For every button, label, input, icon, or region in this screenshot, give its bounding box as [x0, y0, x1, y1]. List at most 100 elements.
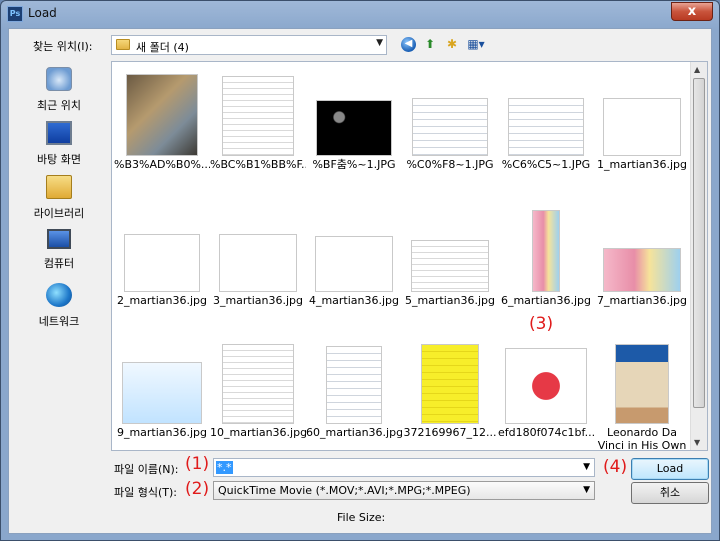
network-icon	[46, 283, 72, 307]
thumbnail	[126, 74, 198, 156]
desktop-icon	[46, 121, 72, 145]
place-desktop[interactable]: 바탕 화면	[9, 119, 109, 171]
file-item[interactable]: 2_martian36.jpg	[114, 200, 210, 326]
file-item[interactable]: 10_martian36.jpg	[210, 332, 306, 450]
file-name: %B3%AD%B0%...	[114, 158, 210, 171]
place-label: 라이브러리	[33, 207, 85, 220]
place-libraries[interactable]: 라이브러리	[9, 173, 109, 225]
title-bar[interactable]: Ps Load x	[1, 1, 719, 27]
thumbnail	[603, 248, 681, 292]
file-name: 4_martian36.jpg	[308, 294, 400, 307]
places-bar: 최근 위치 바탕 화면 라이브러리 컴퓨터 네트워크	[9, 61, 109, 341]
file-name: 60_martian36.jpg	[306, 426, 402, 439]
thumbnail	[124, 234, 200, 292]
load-dialog: Ps Load x 찾는 위치(I): 새 폴더 (4) ▼ ◀ ⬆ ✱ ▦▾ …	[0, 0, 720, 541]
views-menu-icon[interactable]: ▦▾	[463, 36, 489, 52]
file-name: %C0%F8~1.JPG	[406, 158, 494, 171]
file-size-label: File Size:	[337, 511, 386, 524]
chevron-down-icon: ▼	[583, 485, 590, 495]
annotation-3: (3)	[529, 314, 554, 334]
chevron-down-icon[interactable]: ▼	[583, 462, 590, 472]
file-item[interactable]: 60_martian36.jpg	[306, 332, 402, 450]
thumbnail	[315, 236, 393, 292]
file-item[interactable]: %B3%AD%B0%...	[114, 64, 210, 190]
place-label: 컴퓨터	[43, 257, 75, 270]
file-item[interactable]: 372169967_12...	[402, 332, 498, 450]
computer-icon	[47, 229, 71, 249]
file-name: 1_martian36.jpg	[596, 158, 688, 171]
thumbnail	[603, 98, 681, 156]
thumbnail	[122, 362, 202, 424]
place-recent[interactable]: 최근 위치	[9, 65, 109, 117]
place-network[interactable]: 네트워크	[9, 281, 109, 333]
filetype-label: 파일 형식(T):	[114, 486, 177, 499]
file-name: efd180f074c1bf...	[498, 426, 594, 439]
file-name: %BC%B1%BB%F...	[210, 158, 306, 171]
thumbnail	[412, 98, 488, 156]
file-name: 9_martian36.jpg	[116, 426, 208, 439]
scroll-thumb[interactable]	[693, 78, 705, 408]
chevron-down-icon: ▼	[376, 38, 383, 48]
file-item[interactable]: 4_martian36.jpg	[306, 200, 402, 326]
load-button[interactable]: Load	[631, 458, 709, 480]
annotation-1: (1)	[185, 454, 210, 474]
filename-value: *.*	[216, 461, 233, 474]
lookin-value: 새 폴더 (4)	[136, 41, 189, 54]
file-item[interactable]: %C6%C5~1.JPG	[498, 64, 594, 190]
file-item[interactable]: efd180f074c1bf...	[498, 332, 594, 450]
filetype-value: QuickTime Movie (*.MOV;*.AVI;*.MPG;*.MPE…	[218, 484, 471, 497]
file-item[interactable]: Leonardo Da Vinci in His Own Wor...	[594, 332, 690, 451]
file-name: 10_martian36.jpg	[210, 426, 306, 439]
annotation-4: (4)	[603, 457, 628, 477]
thumbnail	[411, 240, 489, 292]
thumbnail	[421, 344, 479, 424]
back-icon[interactable]: ◀	[401, 37, 416, 52]
filename-input[interactable]: *.* ▼	[213, 458, 595, 477]
file-name: 372169967_12...	[403, 426, 497, 439]
file-item[interactable]: 1_martian36.jpg	[594, 64, 690, 190]
place-label: 네트워크	[38, 315, 80, 328]
up-folder-icon[interactable]: ⬆	[421, 36, 439, 52]
cancel-button[interactable]: 취소	[631, 482, 709, 504]
file-item[interactable]: %C0%F8~1.JPG	[402, 64, 498, 190]
place-label: 최근 위치	[37, 99, 81, 112]
libraries-icon	[46, 175, 72, 199]
thumbnail	[532, 210, 560, 292]
place-computer[interactable]: 컴퓨터	[9, 227, 109, 279]
thumbnail	[222, 76, 294, 156]
thumbnail	[222, 344, 294, 424]
file-item[interactable]: 3_martian36.jpg	[210, 200, 306, 326]
file-item[interactable]: 9_martian36.jpg	[114, 332, 210, 450]
folder-icon	[116, 39, 130, 50]
file-item[interactable]: 5_martian36.jpg	[402, 200, 498, 326]
file-item[interactable]: %BC%B1%BB%F...	[210, 64, 306, 190]
thumbnail	[508, 98, 584, 156]
scroll-up-icon[interactable]: ▲	[694, 65, 700, 74]
file-item[interactable]: 6_martian36.jpg	[498, 200, 594, 326]
file-list[interactable]: %B3%AD%B0%... %BC%B1%BB%F... %BF춤%~1.JPG…	[111, 61, 708, 451]
filetype-select[interactable]: QuickTime Movie (*.MOV;*.AVI;*.MPG;*.MPE…	[213, 481, 595, 500]
scroll-down-icon[interactable]: ▼	[694, 438, 700, 447]
file-name: 7_martian36.jpg	[596, 294, 688, 307]
recent-places-icon	[46, 67, 72, 91]
close-button[interactable]: x	[671, 2, 713, 21]
vertical-scrollbar[interactable]: ▲ ▼	[690, 62, 707, 450]
lookin-dropdown[interactable]: 새 폴더 (4) ▼	[111, 35, 387, 55]
file-name: 6_martian36.jpg	[500, 294, 592, 307]
new-folder-icon[interactable]: ✱	[443, 36, 461, 52]
file-name: %BF춤%~1.JPG	[312, 158, 396, 171]
window-title: Load	[28, 6, 57, 20]
thumbnail	[615, 344, 669, 424]
file-item[interactable]: %BF춤%~1.JPG	[306, 64, 402, 190]
thumbnail	[219, 234, 297, 292]
annotation-2: (2)	[185, 479, 210, 499]
photoshop-icon: Ps	[7, 6, 23, 22]
file-name: 2_martian36.jpg	[116, 294, 208, 307]
filename-label: 파일 이름(N):	[114, 463, 179, 476]
file-name: 5_martian36.jpg	[404, 294, 496, 307]
lookin-label: 찾는 위치(I):	[33, 40, 93, 53]
thumbnail	[326, 346, 382, 424]
file-name: Leonardo Da Vinci in His Own Wor...	[597, 426, 687, 451]
file-item[interactable]: 7_martian36.jpg	[594, 200, 690, 326]
thumbnail	[316, 100, 392, 156]
